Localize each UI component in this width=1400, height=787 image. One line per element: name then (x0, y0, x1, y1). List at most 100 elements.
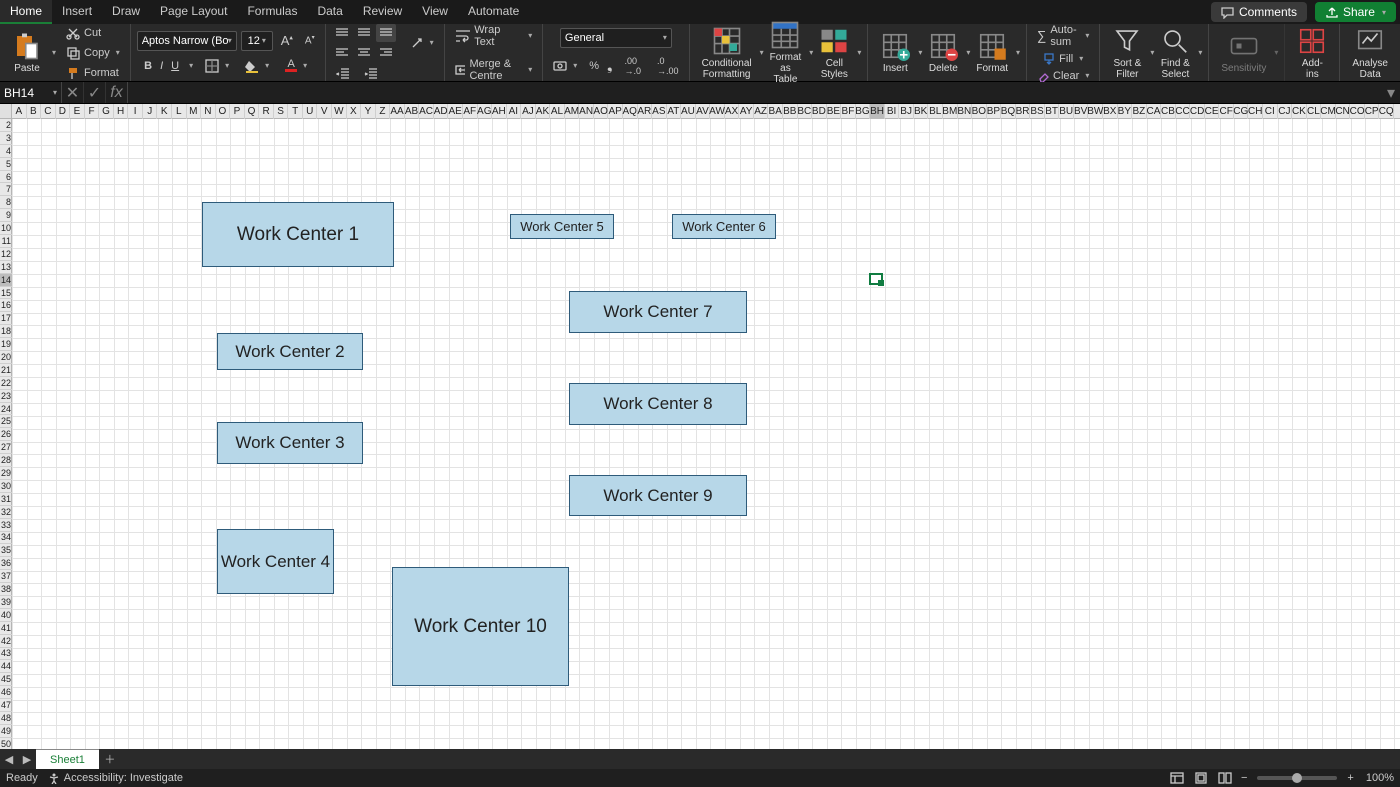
number-format-select[interactable]: General ▾ (560, 28, 672, 48)
analyse-data-button[interactable]: Analyse Data (1346, 26, 1394, 80)
row-header[interactable]: 16 (0, 299, 12, 312)
column-header[interactable]: I (128, 104, 143, 119)
column-header[interactable]: S (274, 104, 289, 119)
column-header[interactable]: CD (1190, 104, 1205, 119)
row-header[interactable]: 26 (0, 428, 12, 441)
comments-button[interactable]: Comments (1211, 2, 1307, 22)
format-painter-button[interactable]: Format (62, 64, 124, 82)
row-header[interactable]: 32 (0, 506, 12, 519)
shape-work-center[interactable]: Work Center 7 (569, 291, 747, 333)
zoom-slider[interactable] (1257, 776, 1337, 780)
column-header[interactable]: C (41, 104, 56, 119)
row-header[interactable]: 13 (0, 261, 12, 274)
column-header[interactable]: AI (507, 104, 522, 119)
row-header[interactable]: 7 (0, 183, 12, 196)
column-header[interactable]: CQ (1379, 104, 1394, 119)
font-name-select[interactable]: Aptos Narrow (Bod... ▾ (137, 31, 237, 51)
row-header[interactable]: 18 (0, 325, 12, 338)
shape-work-center[interactable]: Work Center 3 (217, 422, 363, 464)
shape-work-center[interactable]: Work Center 6 (672, 214, 776, 239)
row-header[interactable]: 23 (0, 390, 12, 403)
column-header[interactable]: BO (972, 104, 987, 119)
column-header[interactable]: AJ (521, 104, 536, 119)
zoom-out-button[interactable]: − (1237, 772, 1251, 784)
worksheet-grid[interactable]: ABCDEFGHIJKLMNOPQRSTUVWXYZAAABACADAEAFAG… (0, 104, 1400, 749)
sort-filter-button[interactable]: Sort & Filter (1106, 26, 1148, 80)
column-header[interactable]: AU (681, 104, 696, 119)
row-header[interactable]: 45 (0, 673, 12, 686)
row-header[interactable]: 3 (0, 132, 12, 145)
column-header[interactable]: BD (812, 104, 827, 119)
decrease-decimal-button[interactable]: .0→.00 (653, 54, 683, 78)
column-header[interactable]: K (157, 104, 172, 119)
wrap-text-button[interactable]: Wrap Text ▾ (451, 22, 537, 50)
comma-button[interactable]: ❟ (607, 57, 613, 74)
sheet-tab-active[interactable]: Sheet1 (36, 749, 99, 769)
column-header[interactable]: AD (434, 104, 449, 119)
increase-decimal-button[interactable]: .00→.0 (621, 54, 646, 78)
row-header[interactable]: 10 (0, 222, 12, 235)
shape-work-center[interactable]: Work Center 10 (392, 567, 569, 686)
row-header[interactable]: 12 (0, 248, 12, 261)
menu-tab-page-layout[interactable]: Page Layout (150, 0, 237, 24)
chevron-down-icon[interactable]: ▾ (1198, 48, 1202, 57)
copy-button[interactable]: Copy ▾ (62, 44, 124, 62)
column-header[interactable]: AZ (754, 104, 769, 119)
column-header[interactable]: P (230, 104, 245, 119)
column-header[interactable]: AN (579, 104, 594, 119)
insert-cells-button[interactable]: Insert (874, 31, 916, 74)
fill-color-button[interactable]: ▾ (241, 57, 273, 75)
row-header[interactable]: 20 (0, 351, 12, 364)
share-button[interactable]: Share ▾ (1315, 2, 1396, 22)
column-header[interactable]: CC (1176, 104, 1191, 119)
underline-button[interactable]: U (171, 60, 179, 72)
column-header[interactable]: CH (1248, 104, 1263, 119)
cells-canvas[interactable]: Work Center 1Work Center 2Work Center 3W… (12, 119, 1400, 749)
align-top-center-button[interactable] (354, 24, 374, 42)
column-header[interactable]: T (288, 104, 303, 119)
row-header[interactable]: 5 (0, 158, 12, 171)
column-header[interactable]: BH (870, 104, 885, 119)
column-header[interactable]: BW (1088, 104, 1103, 119)
menu-tab-review[interactable]: Review (353, 0, 412, 24)
bold-button[interactable]: B (144, 60, 152, 72)
column-header[interactable]: AG (478, 104, 493, 119)
column-header[interactable]: BC (798, 104, 813, 119)
column-header[interactable]: H (114, 104, 129, 119)
column-header[interactable]: BS (1030, 104, 1045, 119)
merge-centre-button[interactable]: Merge & Centre ▾ (451, 56, 537, 84)
menu-tab-draw[interactable]: Draw (102, 0, 150, 24)
column-header[interactable]: BT (1045, 104, 1060, 119)
column-header[interactable]: AH (492, 104, 507, 119)
column-header[interactable]: BZ (1132, 104, 1147, 119)
row-header[interactable]: 37 (0, 570, 12, 583)
row-header[interactable]: 50 (0, 738, 12, 749)
zoom-in-button[interactable]: + (1343, 772, 1357, 784)
chevron-down-icon[interactable]: ▾ (857, 48, 861, 57)
font-color-button[interactable]: A ▾ (281, 58, 311, 74)
column-header[interactable]: W (332, 104, 347, 119)
insert-function-button[interactable]: fx (106, 82, 128, 103)
menu-tab-data[interactable]: Data (307, 0, 352, 24)
row-header[interactable]: 47 (0, 699, 12, 712)
row-header[interactable]: 44 (0, 660, 12, 673)
row-header[interactable]: 29 (0, 467, 12, 480)
column-header[interactable]: Q (245, 104, 260, 119)
borders-button[interactable]: ▾ (201, 57, 233, 75)
column-header[interactable]: N (201, 104, 216, 119)
column-header[interactable]: AK (536, 104, 551, 119)
row-header[interactable]: 14 (0, 274, 12, 287)
column-header[interactable]: AY (739, 104, 754, 119)
shape-work-center[interactable]: Work Center 2 (217, 333, 363, 370)
column-header[interactable]: BE (827, 104, 842, 119)
column-header[interactable]: AV (696, 104, 711, 119)
column-header[interactable]: AL (550, 104, 565, 119)
column-header[interactable]: CF (1219, 104, 1234, 119)
row-header[interactable]: 38 (0, 583, 12, 596)
font-size-select[interactable]: 12 ▾ (241, 31, 273, 51)
column-header[interactable]: BJ (899, 104, 914, 119)
increase-indent-button[interactable] (360, 66, 382, 82)
row-header[interactable]: 35 (0, 544, 12, 557)
column-header[interactable]: R (259, 104, 274, 119)
align-center-button[interactable] (354, 44, 374, 62)
